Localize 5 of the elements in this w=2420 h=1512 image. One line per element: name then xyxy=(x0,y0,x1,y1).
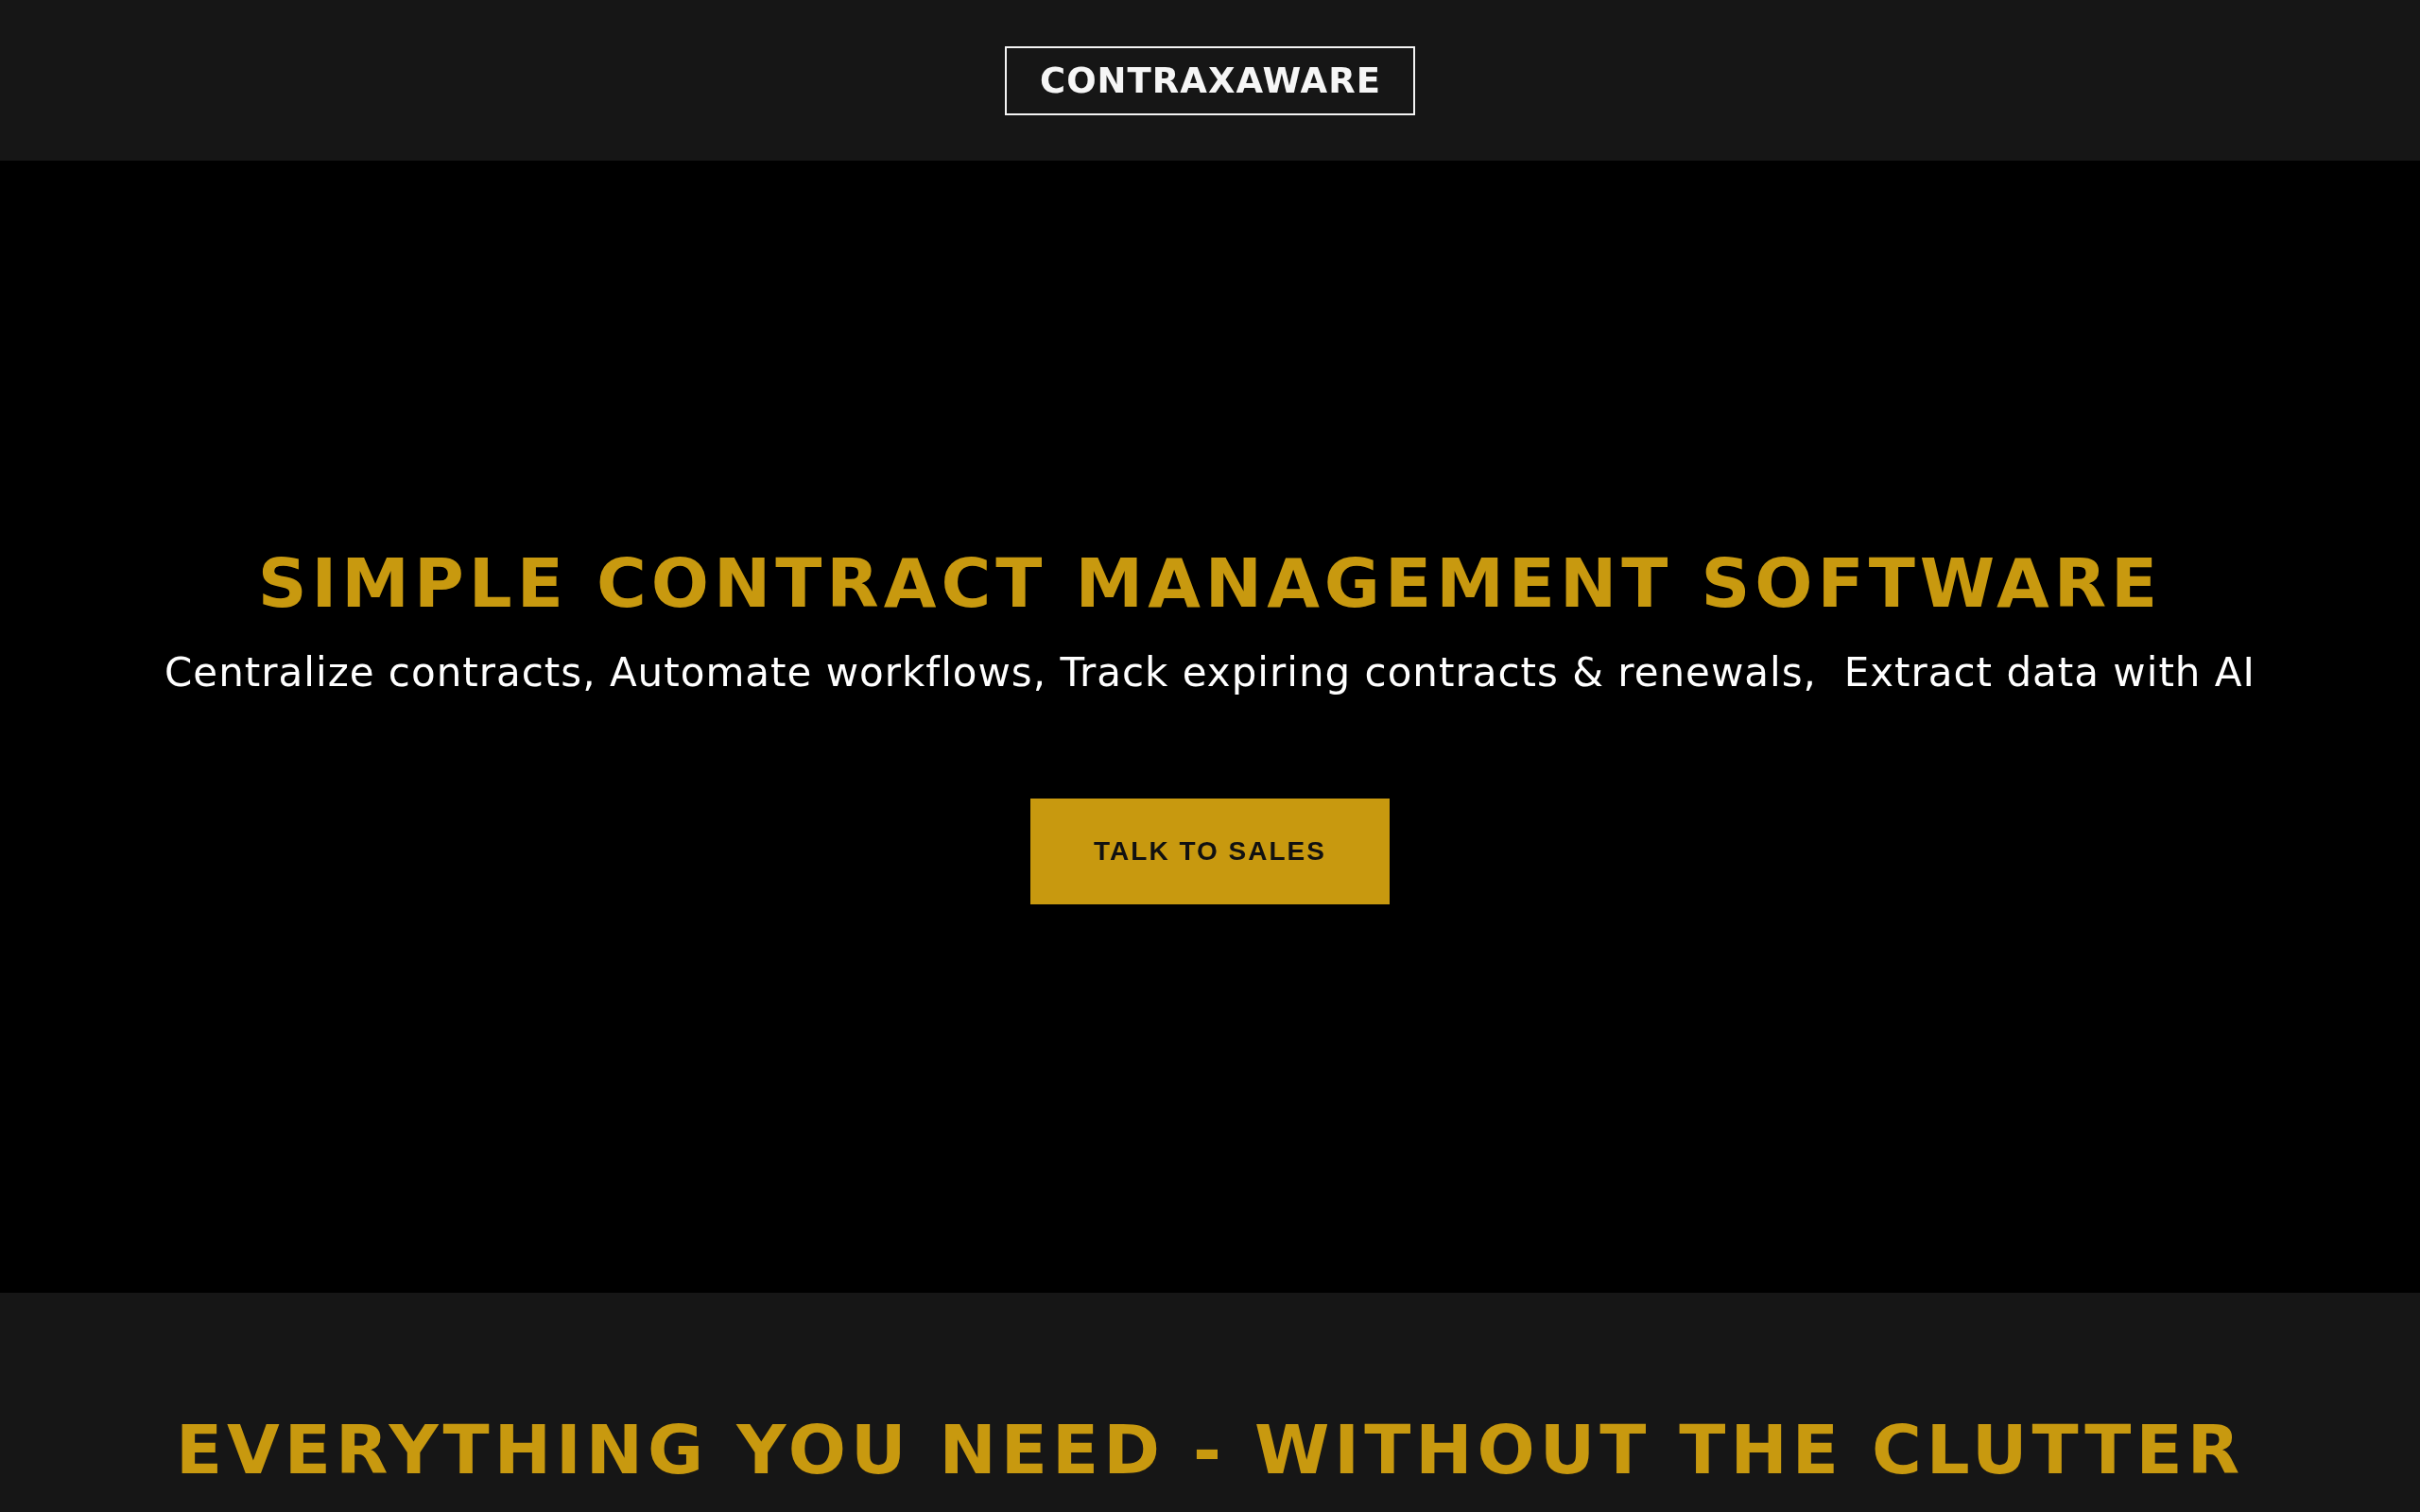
hero-subtitle: Centralize contracts, Automate workflows, Track expiring contracts & renewals, Extract data with AI xyxy=(164,648,2256,697)
site-logo[interactable]: CONTRAXAWARE xyxy=(1005,45,1415,115)
talk-to-sales-button[interactable]: TALK TO SALES xyxy=(1030,799,1390,905)
section-title: EVERYTHING YOU NEED - WITHOUT THE CLUTTER xyxy=(175,1416,2245,1491)
hero-title: SIMPLE CONTRACT MANAGEMENT SOFTWARE xyxy=(257,548,2163,617)
